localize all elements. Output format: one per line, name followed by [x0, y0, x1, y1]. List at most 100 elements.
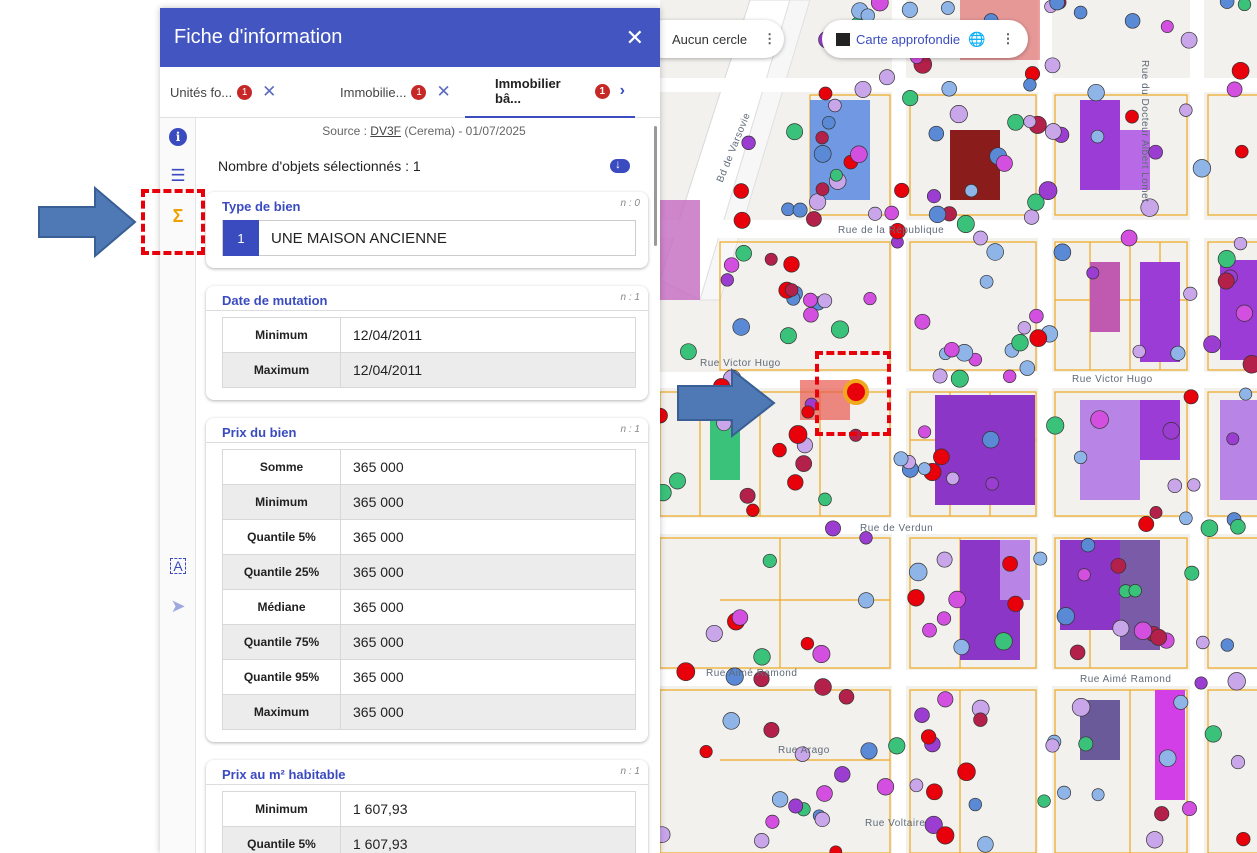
map-sale-point[interactable] — [803, 307, 819, 323]
map-sale-point[interactable] — [705, 624, 723, 643]
map-sale-point[interactable] — [914, 707, 930, 723]
map-sale-point[interactable] — [1091, 788, 1105, 802]
map-sale-point[interactable] — [787, 474, 804, 491]
map-sale-point[interactable] — [1077, 568, 1091, 582]
tab-label[interactable]: Immobilie... — [340, 85, 406, 100]
map-sale-point[interactable] — [1182, 801, 1197, 817]
map-sale-point[interactable] — [1235, 144, 1249, 159]
map-sale-point[interactable] — [986, 243, 1004, 261]
map-sale-point[interactable] — [1011, 334, 1029, 352]
map-sale-point[interactable] — [1029, 308, 1044, 324]
map-sale-point[interactable] — [1196, 635, 1210, 650]
map-sale-point[interactable] — [806, 211, 822, 227]
map-sale-point[interactable] — [816, 785, 833, 802]
map-sale-point[interactable] — [918, 425, 932, 439]
map-sale-point[interactable] — [982, 431, 1000, 449]
map-sale-point[interactable] — [994, 632, 1013, 651]
map-sale-point[interactable] — [764, 252, 778, 266]
map-sale-point[interactable] — [1237, 0, 1252, 12]
map-sale-point[interactable] — [1132, 344, 1146, 359]
map-sale-point[interactable] — [792, 202, 808, 218]
map-sale-point[interactable] — [1046, 416, 1065, 435]
map-sale-point[interactable] — [834, 766, 851, 783]
map-sale-point[interactable] — [928, 205, 947, 224]
map-sale-point[interactable] — [1069, 644, 1086, 661]
map-sale-point[interactable] — [936, 611, 952, 626]
map-sale-point[interactable] — [1007, 595, 1024, 613]
map-sale-point[interactable] — [763, 722, 780, 738]
map-sale-point[interactable] — [814, 811, 830, 828]
map-sale-point[interactable] — [786, 123, 804, 141]
map-sale-point[interactable] — [1183, 389, 1199, 405]
map-sale-point[interactable] — [995, 154, 1013, 172]
map-sale-point[interactable] — [788, 798, 804, 814]
tab-immobilier-bati[interactable]: Immobilier bâ... 1 › — [465, 67, 635, 118]
map-sale-point[interactable] — [818, 86, 833, 101]
map-sale-point[interactable] — [771, 791, 789, 808]
map-sale-point[interactable] — [1173, 694, 1189, 710]
map-sale-point[interactable] — [1204, 725, 1222, 743]
map-sale-point[interactable] — [1231, 61, 1250, 80]
map-sale-point[interactable] — [893, 451, 909, 467]
map-sale-point[interactable] — [1150, 628, 1168, 646]
map-sale-point[interactable] — [1233, 236, 1248, 251]
map-sale-point[interactable] — [1235, 304, 1253, 322]
map-sale-point[interactable] — [1087, 83, 1105, 102]
map-sale-point[interactable] — [901, 1, 918, 18]
map-sale-point[interactable] — [1162, 422, 1181, 440]
map-sale-point[interactable] — [1180, 31, 1198, 49]
map-sale-point[interactable] — [937, 691, 954, 708]
map-sale-point[interactable] — [1184, 565, 1200, 581]
map-sale-point[interactable] — [1110, 557, 1127, 574]
map-sale-point[interactable] — [788, 425, 808, 444]
circle-control-label[interactable]: Aucun cercle — [672, 32, 747, 47]
map-sale-point[interactable] — [1230, 519, 1246, 535]
map-sale-point[interactable] — [828, 98, 842, 113]
map-sale-point[interactable] — [814, 678, 832, 696]
map-sale-point[interactable] — [822, 115, 836, 130]
map-sale-point[interactable] — [1170, 345, 1186, 361]
cloud-download-icon[interactable] — [610, 157, 630, 173]
map-sale-point[interactable] — [1146, 831, 1164, 849]
map-sale-point[interactable] — [968, 797, 982, 812]
map-sale-point[interactable] — [830, 168, 843, 182]
map-sale-point[interactable] — [795, 455, 813, 472]
map-sale-point[interactable] — [932, 368, 948, 384]
map-sale-point[interactable] — [1149, 506, 1163, 519]
map-sale-point[interactable] — [1071, 698, 1091, 717]
tab-unites-foncieres[interactable]: Unités fo... 1 ✕ — [160, 67, 310, 118]
map-sale-point[interactable] — [957, 762, 976, 782]
map-sale-point[interactable] — [1003, 369, 1017, 383]
tab-label[interactable]: Unités fo... — [170, 85, 232, 100]
close-tab-icon[interactable]: ✕ — [262, 82, 276, 102]
map-sale-point[interactable] — [926, 783, 943, 801]
map-sale-point[interactable] — [733, 211, 751, 229]
map-sale-point[interactable] — [1125, 109, 1139, 124]
map-sale-point[interactable] — [1220, 638, 1234, 652]
map-sale-point[interactable] — [1073, 450, 1088, 465]
map-sale-point[interactable] — [1002, 555, 1018, 572]
map-sale-point[interactable] — [1124, 13, 1141, 29]
map-sale-point[interactable] — [973, 230, 988, 246]
map-sale-point[interactable] — [676, 662, 696, 682]
map-sale-point[interactable] — [781, 202, 795, 217]
map-sale-point[interactable] — [1239, 387, 1253, 401]
map-sale-point[interactable] — [1203, 335, 1221, 354]
map-sale-point[interactable] — [953, 639, 970, 656]
map-sale-point[interactable] — [1044, 123, 1062, 140]
map-sale-point[interactable] — [741, 135, 756, 150]
scrollbar[interactable] — [654, 126, 657, 246]
map-sale-point[interactable] — [753, 648, 771, 666]
map-sale-point[interactable] — [746, 503, 760, 517]
map-sale-point[interactable] — [1053, 243, 1072, 262]
map-sale-point[interactable] — [1019, 360, 1036, 376]
map-sale-point[interactable] — [720, 273, 734, 287]
map-sale-point[interactable] — [884, 205, 899, 221]
tab-label[interactable]: Immobilier bâ... — [495, 76, 590, 106]
map-sale-point[interactable] — [735, 245, 752, 262]
map-sale-point[interactable] — [1133, 621, 1153, 640]
map-sale-point[interactable] — [1023, 209, 1040, 225]
map-sale-point[interactable] — [973, 712, 988, 727]
circle-control[interactable]: Aucun cercle ⋮ — [660, 20, 784, 58]
map-sale-point[interactable] — [818, 492, 832, 507]
